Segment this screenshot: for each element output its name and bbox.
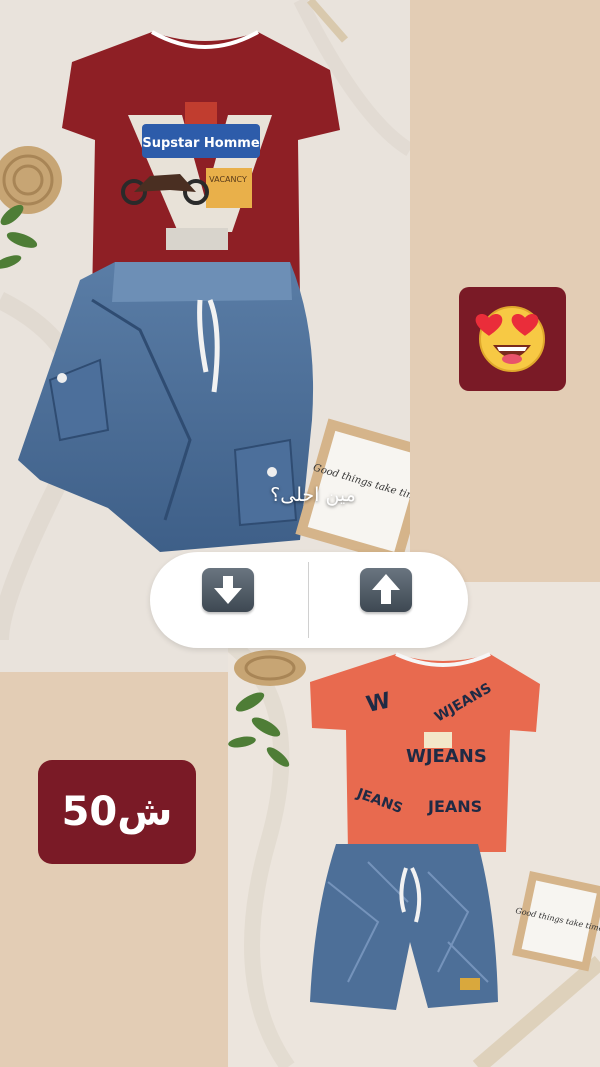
arrow-down-icon	[214, 576, 242, 604]
arrow-up-icon	[372, 574, 400, 604]
top-tshirt-print-text: Supstar Homme	[142, 136, 259, 151]
heart-eyes-emoji-icon	[475, 306, 545, 372]
top-tshirt-small-text: VACANCY	[209, 175, 247, 184]
bottom-outfit-photo: W WJEANS WJEANS JEANS JEANS Good things …	[228, 582, 600, 1067]
poll-widget	[150, 552, 468, 648]
vote-up-button[interactable]	[360, 568, 412, 612]
poll-divider	[308, 562, 309, 638]
vote-down-button[interactable]	[202, 568, 254, 612]
price-tag: 50ش	[38, 760, 196, 864]
poll-question: مين احلى؟	[270, 484, 356, 506]
svg-text:W: W	[364, 688, 393, 718]
price-label: 50ش	[61, 789, 173, 835]
bottom-tshirt-print-text: WJEANS	[406, 746, 487, 767]
bottom-outfit-illustration: W WJEANS WJEANS JEANS JEANS Good things …	[228, 635, 600, 1067]
svg-text:JEANS: JEANS	[427, 797, 482, 816]
emoji-sticker	[459, 287, 566, 391]
